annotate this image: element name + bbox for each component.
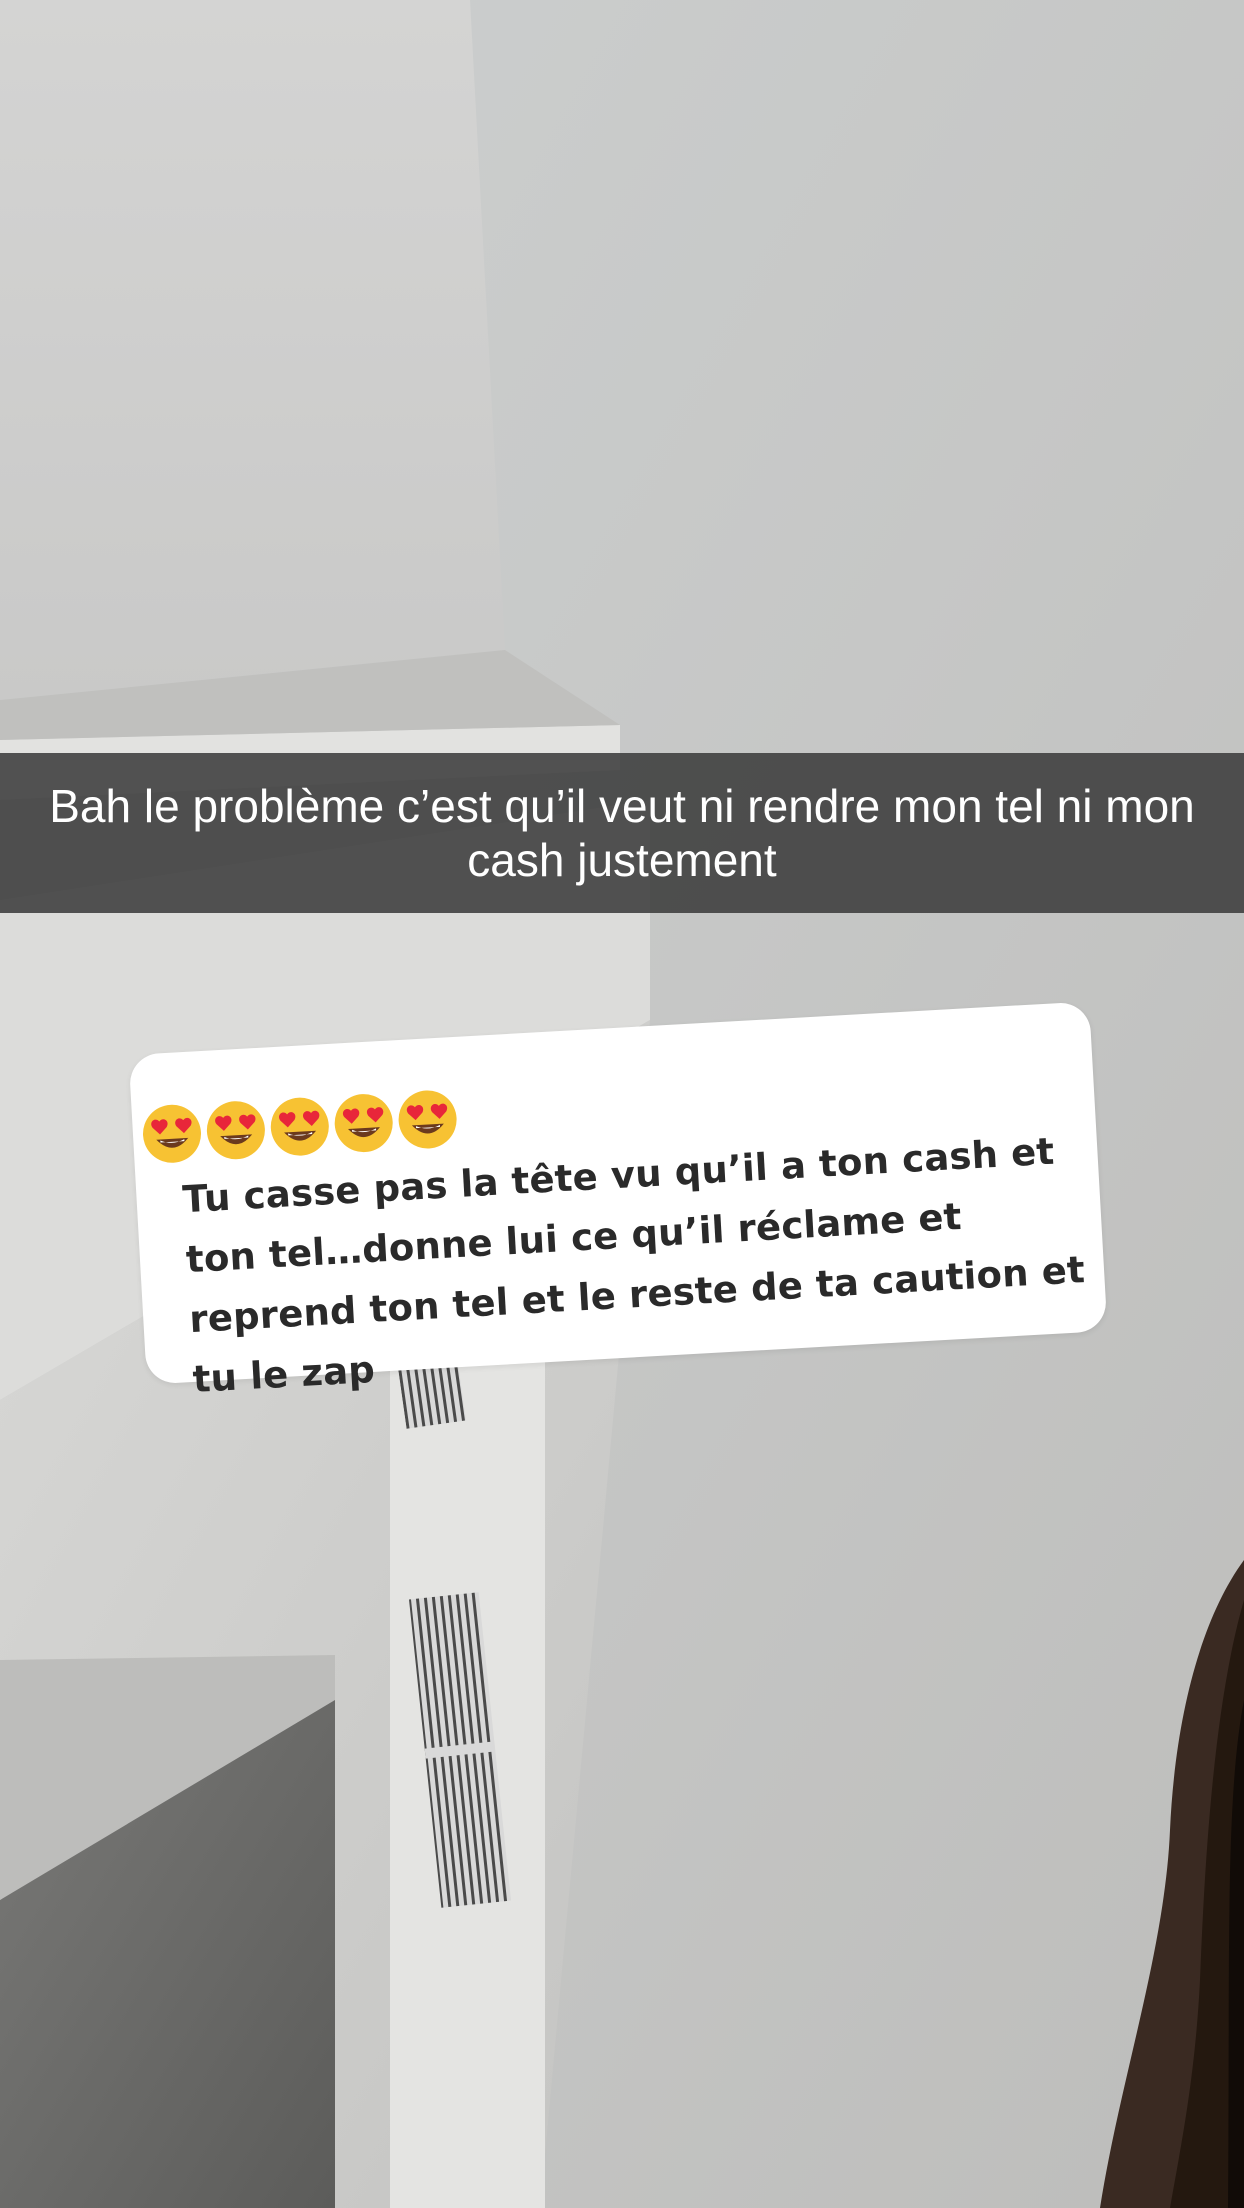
- heart-eyes-emoji-icon: [395, 1087, 460, 1152]
- heart-eyes-emoji-icon: [267, 1094, 332, 1159]
- emoji-row: [139, 1087, 462, 1167]
- heart-eyes-emoji-icon: [139, 1101, 204, 1166]
- reply-sticker[interactable]: Tu casse pas la tête vu qu’il a ton cash…: [128, 1001, 1108, 1401]
- caption-text: Bah le problème c’est qu’il veut ni rend…: [49, 780, 1195, 886]
- heart-eyes-emoji-icon: [331, 1090, 396, 1155]
- heart-eyes-emoji-icon: [203, 1098, 268, 1163]
- reply-text: Tu casse pas la tête vu qu’il a ton cash…: [181, 1129, 1086, 1401]
- caption-bar: Bah le problème c’est qu’il veut ni rend…: [0, 753, 1244, 913]
